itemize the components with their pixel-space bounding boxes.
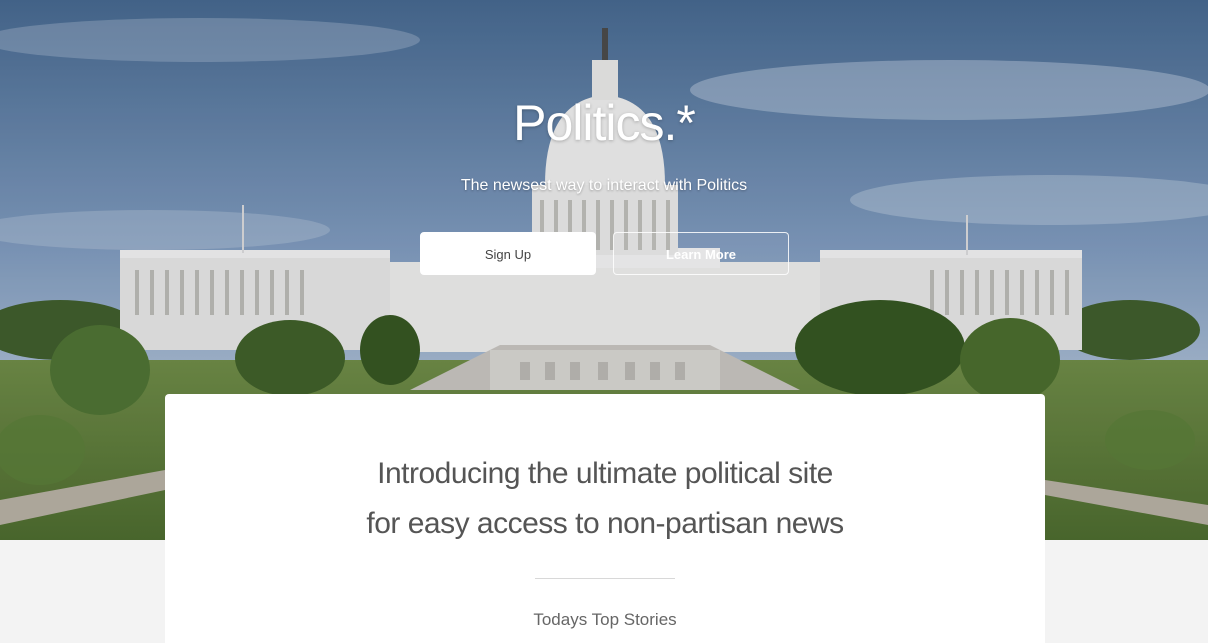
intro-line-2: for easy access to non-partisan news <box>366 507 844 540</box>
site-title: Politics.* <box>513 95 696 151</box>
intro-card: Introducing the ultimate political site … <box>165 394 1045 643</box>
intro-heading: Introducing the ultimate political site … <box>165 449 1045 549</box>
site-tagline: The newsest way to interact with Politic… <box>460 177 748 194</box>
section-divider <box>535 578 675 579</box>
top-stories-heading: Todays Top Stories <box>533 610 677 629</box>
learn-more-button[interactable]: Learn More <box>613 232 789 275</box>
sign-up-button[interactable]: Sign Up <box>420 232 596 275</box>
page: Politics.* The newsest way to interact w… <box>0 0 1208 643</box>
intro-line-1: Introducing the ultimate political site <box>377 457 833 490</box>
